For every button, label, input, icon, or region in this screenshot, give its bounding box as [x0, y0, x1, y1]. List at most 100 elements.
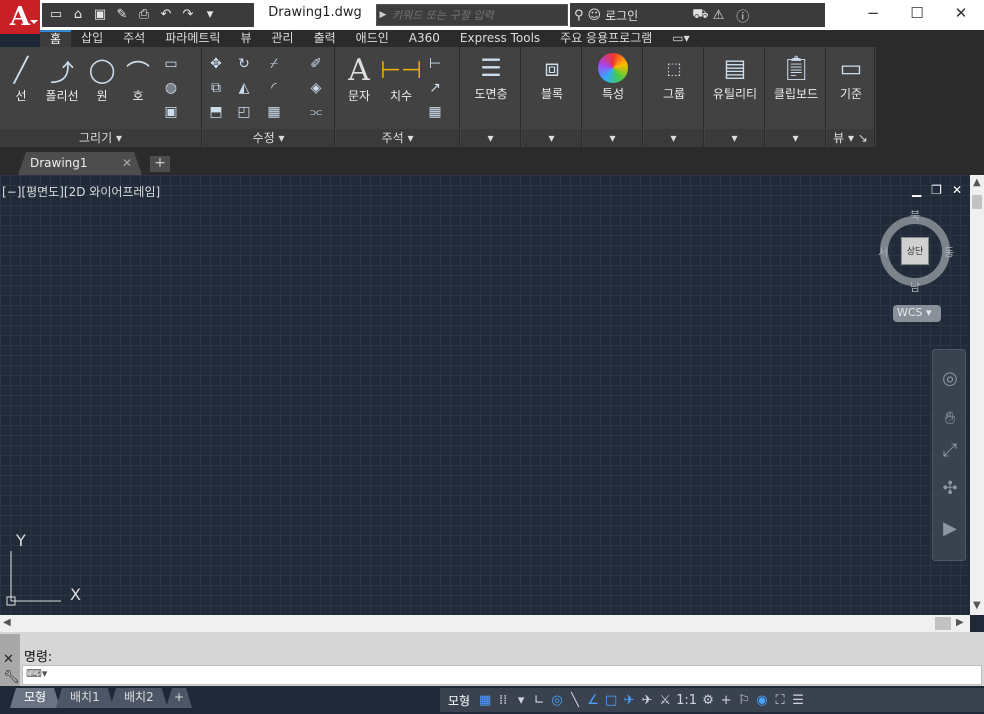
- showmotion-icon[interactable]: ▶: [937, 516, 963, 542]
- offset-icon[interactable]: ⫗: [307, 103, 325, 121]
- compass-south[interactable]: 남: [910, 279, 920, 295]
- redo-icon[interactable]: ↷: [178, 6, 198, 24]
- properties-button[interactable]: 특성: [587, 53, 639, 102]
- clipboard-panel-expand[interactable]: ▾: [766, 129, 825, 147]
- customization-menu-icon[interactable]: ☰: [791, 693, 805, 708]
- hatch-icon[interactable]: ◍: [162, 79, 180, 97]
- close-button[interactable]: ✕: [938, 0, 984, 28]
- properties-panel-expand[interactable]: ▾: [583, 129, 642, 147]
- plus-icon[interactable]: +: [719, 693, 733, 708]
- snap-menu-icon[interactable]: ▾: [514, 693, 528, 708]
- viewport-controls-label[interactable]: [−][평면도][2D 와이어프레임]: [2, 183, 160, 200]
- add-layout-button[interactable]: +: [166, 688, 192, 708]
- close-command-line-icon[interactable]: ✕: [3, 652, 14, 667]
- tab-insert[interactable]: 삽입: [71, 30, 113, 47]
- viewport-close-icon[interactable]: ✕: [952, 183, 962, 197]
- login-label[interactable]: 로그인: [605, 7, 638, 24]
- text-button[interactable]: A 문자: [340, 53, 378, 104]
- move-icon[interactable]: ✥: [207, 55, 225, 73]
- horizontal-scrollbar[interactable]: ◀ ▶: [0, 615, 970, 632]
- drawing-canvas[interactable]: [−][평면도][2D 와이어프레임] ▁ ❐ ✕ 상단 북 남 동 서 WCS…: [0, 175, 970, 615]
- ribbon-options-icon[interactable]: ▭▾: [662, 30, 699, 47]
- scroll-down-icon[interactable]: ▼: [973, 600, 981, 611]
- minimize-button[interactable]: −: [850, 0, 896, 28]
- tab-addins[interactable]: 애드인: [346, 30, 399, 47]
- table-icon[interactable]: ▦: [426, 103, 444, 121]
- annotation-scale-icon[interactable]: ⚔: [658, 693, 672, 708]
- block-panel-expand[interactable]: ▾: [522, 129, 581, 147]
- scroll-left-icon[interactable]: ◀: [3, 617, 11, 628]
- erase-icon[interactable]: ✐: [307, 55, 325, 73]
- auto-scale-icon[interactable]: ✈: [640, 693, 654, 708]
- binoculars-icon[interactable]: ⚲: [574, 8, 584, 23]
- compass-north[interactable]: 북: [910, 207, 920, 223]
- arc-button[interactable]: ⌒ 호: [120, 55, 156, 104]
- search-input[interactable]: [389, 6, 567, 24]
- tab-a360[interactable]: A360: [399, 30, 450, 47]
- model-space-toggle[interactable]: 모형: [444, 692, 474, 709]
- trim-icon[interactable]: ⌿: [265, 55, 283, 73]
- vertical-scrollbar[interactable]: ▲ ▼: [970, 175, 984, 615]
- scroll-up-icon[interactable]: ▲: [973, 177, 981, 188]
- circle-button[interactable]: ◯ 원: [84, 55, 120, 104]
- clipboard-button[interactable]: 📋︎ 클립보드: [768, 53, 824, 102]
- app-menu-button[interactable]: A: [0, 0, 40, 34]
- snap-icon[interactable]: ⁞⁞: [496, 693, 510, 708]
- explode-icon[interactable]: ◈: [307, 79, 325, 97]
- tab-home[interactable]: 홈: [40, 30, 72, 47]
- isodraft-icon[interactable]: ╲: [568, 693, 582, 708]
- wcs-menu[interactable]: WCS ▾: [893, 305, 941, 322]
- line-button[interactable]: ╱ 선: [2, 55, 40, 104]
- mirror-icon[interactable]: ◭: [235, 79, 253, 97]
- drawing-tab[interactable]: Drawing1 ✕: [18, 152, 142, 175]
- zoom-extents-icon[interactable]: ⤢: [937, 438, 963, 464]
- scroll-right-icon[interactable]: ▶: [956, 617, 964, 628]
- help-icon[interactable]: ⓘ: [736, 6, 749, 25]
- horizontal-scroll-thumb[interactable]: [935, 617, 951, 630]
- tab-featured-apps[interactable]: 주요 응용프로그램: [550, 30, 662, 47]
- polyline-button[interactable]: ⤴ 폴리선: [40, 55, 84, 104]
- draw-panel-title[interactable]: 그리기 ▾: [0, 129, 201, 147]
- base-view-button[interactable]: ▭ 기준: [829, 53, 873, 102]
- dimension-button[interactable]: ⊢⊣ 치수: [380, 55, 422, 104]
- copy-icon[interactable]: ⧉: [207, 79, 225, 97]
- array-icon[interactable]: ▦: [265, 103, 283, 121]
- annotation-panel-title[interactable]: 주석 ▾: [336, 129, 459, 147]
- tab-express-tools[interactable]: Express Tools: [450, 30, 550, 47]
- close-tab-icon[interactable]: ✕: [122, 152, 132, 174]
- rectangle-icon[interactable]: ▭: [162, 55, 180, 73]
- compass-west[interactable]: 서: [878, 244, 888, 260]
- user-icon[interactable]: ☺: [588, 8, 602, 23]
- compass-east[interactable]: 동: [944, 244, 954, 260]
- utilities-panel-expand[interactable]: ▾: [705, 129, 764, 147]
- layout-tab-2[interactable]: 배치2: [110, 688, 168, 708]
- command-input[interactable]: [53, 667, 953, 683]
- steering-wheel-icon[interactable]: ◎: [937, 366, 963, 392]
- tab-view[interactable]: 뷰: [230, 30, 261, 47]
- grid-icon[interactable]: ▦: [478, 693, 492, 708]
- layout-tab-model[interactable]: 모형: [10, 688, 60, 708]
- command-menu-icon[interactable]: ⌨▾: [26, 667, 47, 680]
- wrench-icon[interactable]: 🔧︎: [3, 670, 20, 685]
- groups-button[interactable]: ⬚ 그룹: [648, 53, 700, 102]
- annotation-visibility-icon[interactable]: ✈: [622, 693, 636, 708]
- rotate-icon[interactable]: ↻: [235, 55, 253, 73]
- osnap-tracking-icon[interactable]: ∠: [586, 693, 600, 708]
- customize-icon[interactable]: ▾: [200, 6, 220, 24]
- new-drawing-tab-button[interactable]: +: [150, 156, 170, 172]
- boundary-icon[interactable]: ▣: [162, 103, 180, 121]
- print-icon[interactable]: ⎙: [134, 6, 154, 24]
- linear-dim-icon[interactable]: ⊢: [426, 55, 444, 73]
- modify-panel-title[interactable]: 수정 ▾: [203, 129, 334, 147]
- saveas-icon[interactable]: ✎: [112, 6, 132, 24]
- viewport-minimize-icon[interactable]: ▁: [912, 183, 921, 197]
- open-icon[interactable]: ⌂: [68, 6, 88, 24]
- new-icon[interactable]: ▭: [46, 6, 66, 24]
- maximize-button[interactable]: ☐: [894, 0, 940, 28]
- viewcube-top-face[interactable]: 상단: [901, 237, 929, 265]
- command-line-grip[interactable]: ✕ 🔧︎: [0, 634, 20, 686]
- clean-screen-icon[interactable]: ⛶: [773, 693, 787, 708]
- pan-icon[interactable]: ✋︎: [937, 406, 963, 432]
- save-icon[interactable]: ▣: [90, 6, 110, 24]
- layers-panel-expand[interactable]: ▾: [461, 129, 520, 147]
